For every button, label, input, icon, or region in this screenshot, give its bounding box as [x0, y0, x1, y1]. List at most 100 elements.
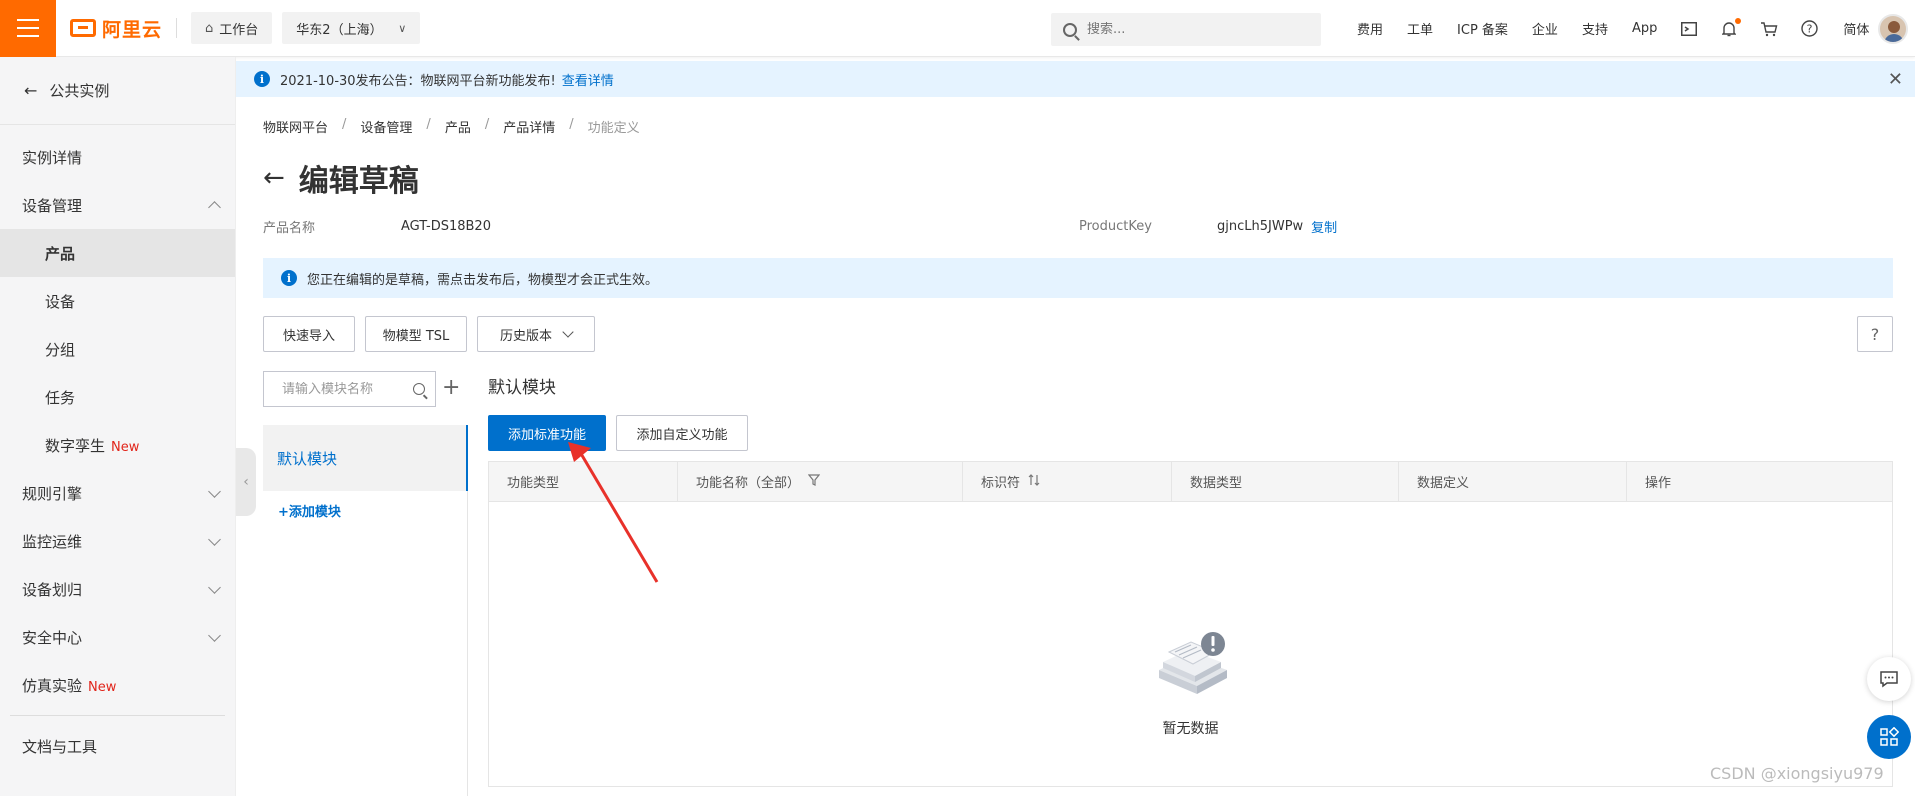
search-input[interactable] — [1087, 22, 1307, 37]
link-icp[interactable]: ICP 备案 — [1457, 19, 1508, 38]
sidebar-item-jobs[interactable]: 任务 — [0, 373, 235, 421]
aliyun-logo[interactable]: 阿里云 — [70, 15, 162, 42]
user-avatar[interactable] — [1878, 14, 1908, 44]
top-links: 费用 工单 ICP 备案 企业 支持 App ? 简体 — [1345, 0, 1881, 57]
aliyun-logo-icon — [70, 19, 96, 37]
link-app[interactable]: App — [1632, 21, 1657, 36]
tsl-button[interactable]: 物模型 TSL — [365, 316, 467, 352]
apps-menu-button[interactable] — [1867, 715, 1911, 759]
sidebar-collapse-toggle[interactable]: ‹ — [236, 448, 256, 516]
sidebar-item-digital-twin[interactable]: 数字孪生 New — [0, 421, 235, 469]
sort-icon[interactable] — [1028, 474, 1040, 489]
sidebar-item-groups[interactable]: 分组 — [0, 325, 235, 373]
empty-data-icon — [1159, 632, 1227, 694]
logo-text: 阿里云 — [102, 18, 163, 41]
sidebar-item-label: 设备划归 — [22, 580, 83, 599]
cart-icon[interactable] — [1759, 19, 1779, 39]
workbench-button[interactable]: ⌂ 工作台 — [191, 12, 273, 44]
divider — [176, 18, 178, 38]
back-arrow-icon[interactable]: ← — [263, 163, 285, 193]
sidebar-item-device-management[interactable]: 设备管理 — [0, 181, 235, 229]
help-button[interactable]: ? — [1857, 316, 1893, 352]
page-title: 编辑草稿 — [298, 164, 419, 199]
product-key-field: ProductKey gjncLh5JWPw 复制 — [1079, 217, 1337, 236]
product-name-label: 产品名称 — [263, 221, 316, 236]
add-standard-function-button[interactable]: 添加标准功能 — [488, 415, 606, 451]
terminal-icon[interactable] — [1679, 19, 1699, 39]
column-identifier[interactable]: 标识符 — [963, 462, 1172, 501]
sidebar-item-label: 安全中心 — [22, 628, 83, 647]
chevron-down-icon — [562, 326, 574, 338]
add-custom-function-button[interactable]: 添加自定义功能 — [616, 415, 748, 451]
sidebar-item-label: 实例详情 — [22, 148, 83, 167]
sidebar-item-security-center[interactable]: 安全中心 — [0, 613, 235, 661]
arrow-left-icon: ← — [24, 81, 38, 100]
language-switch[interactable]: 简体 — [1843, 19, 1869, 38]
hamburger-menu-button[interactable] — [0, 0, 56, 57]
quick-import-button[interactable]: 快速导入 — [263, 316, 355, 352]
module-item-default[interactable]: 默认模块 — [263, 425, 468, 491]
chevron-down-icon — [208, 628, 221, 642]
search-icon — [1063, 22, 1077, 37]
sidebar-divider — [10, 715, 225, 716]
link-tickets[interactable]: 工单 — [1407, 19, 1433, 38]
breadcrumb-separator: / — [569, 117, 574, 132]
column-label: 标识符 — [981, 476, 1021, 491]
region-selector[interactable]: 华东2（上海） ∨ — [282, 12, 421, 44]
announcement-banner: i 2021-10-30发布公告：物联网平台新功能发布! 查看详情 ✕ — [236, 61, 1915, 97]
add-module-icon[interactable]: + — [442, 375, 460, 401]
button-label: 添加自定义功能 — [636, 427, 728, 443]
sidebar-item-label: 产品 — [45, 244, 76, 263]
sidebar-item-devices[interactable]: 设备 — [0, 277, 235, 325]
sidebar-item-label: 文档与工具 — [22, 737, 98, 756]
breadcrumb-products[interactable]: 产品 — [445, 117, 471, 136]
copy-product-key-link[interactable]: 复制 — [1311, 217, 1337, 236]
breadcrumb-product-details[interactable]: 产品详情 — [503, 117, 555, 136]
empty-state: 暂无数据 — [489, 502, 1892, 788]
function-table: 功能类型 功能名称（全部） 标识符 数据类型 数据定义 操作 暂无数据 — [488, 461, 1893, 787]
sidebar-item-simulation[interactable]: 仿真实验 New — [0, 661, 235, 709]
help-circle-icon[interactable]: ? — [1799, 19, 1819, 39]
history-versions-dropdown[interactable]: 历史版本 — [477, 316, 595, 352]
announcement-text: 2021-10-30发布公告：物联网平台新功能发布! — [280, 73, 556, 89]
breadcrumb-current: 功能定义 — [587, 121, 640, 136]
page-header: ← 编辑草稿 — [263, 156, 419, 200]
column-function-name[interactable]: 功能名称（全部） — [678, 462, 963, 501]
back-to-instances[interactable]: ← 公共实例 — [0, 57, 235, 125]
add-module-link[interactable]: +添加模块 — [278, 501, 341, 520]
global-search[interactable] — [1051, 13, 1321, 46]
sidebar-item-docs-tools[interactable]: 文档与工具 — [0, 722, 235, 770]
feedback-chat-button[interactable] — [1867, 657, 1911, 701]
link-support[interactable]: 支持 — [1582, 19, 1608, 38]
column-data-type: 数据类型 — [1172, 462, 1399, 501]
breadcrumb-separator: / — [426, 117, 431, 132]
new-badge: New — [111, 439, 140, 455]
module-search[interactable] — [263, 371, 436, 407]
sidebar-item-label: 数字孪生 New — [45, 435, 139, 456]
sidebar-item-products[interactable]: 产品 — [0, 229, 235, 277]
column-label: 数据定义 — [1417, 476, 1470, 491]
link-billing[interactable]: 费用 — [1357, 19, 1383, 38]
column-label: 数据类型 — [1190, 476, 1243, 491]
breadcrumb-iot-platform[interactable]: 物联网平台 — [263, 117, 328, 136]
bell-icon[interactable] — [1719, 17, 1742, 39]
close-icon[interactable]: ✕ — [1888, 69, 1903, 90]
filter-icon[interactable] — [807, 474, 821, 489]
chevron-down-icon — [208, 484, 221, 498]
module-search-input[interactable] — [282, 381, 402, 397]
sidebar-item-device-assignment[interactable]: 设备划归 — [0, 565, 235, 613]
sidebar: ← 公共实例 实例详情 设备管理 产品 设备 分组 任务 数字孪生 New 规则引… — [0, 57, 236, 796]
breadcrumb-device-management[interactable]: 设备管理 — [360, 117, 412, 136]
draft-info-text: 您正在编辑的是草稿，需点击发布后，物模型才会正式生效。 — [307, 272, 659, 288]
search-icon[interactable] — [413, 383, 425, 395]
menu-icon — [17, 16, 39, 40]
sidebar-item-monitoring[interactable]: 监控运维 — [0, 517, 235, 565]
empty-state-text: 暂无数据 — [1162, 721, 1219, 737]
sidebar-item-rules-engine[interactable]: 规则引擎 — [0, 469, 235, 517]
sidebar-item-instance-details[interactable]: 实例详情 — [0, 133, 235, 181]
product-key-value: gjncLh5JWPw — [1217, 219, 1304, 234]
sidebar-item-text: 数字孪生 — [45, 436, 106, 455]
announcement-details-link[interactable]: 查看详情 — [562, 70, 614, 89]
column-function-type: 功能类型 — [489, 462, 678, 501]
link-enterprise[interactable]: 企业 — [1532, 19, 1558, 38]
